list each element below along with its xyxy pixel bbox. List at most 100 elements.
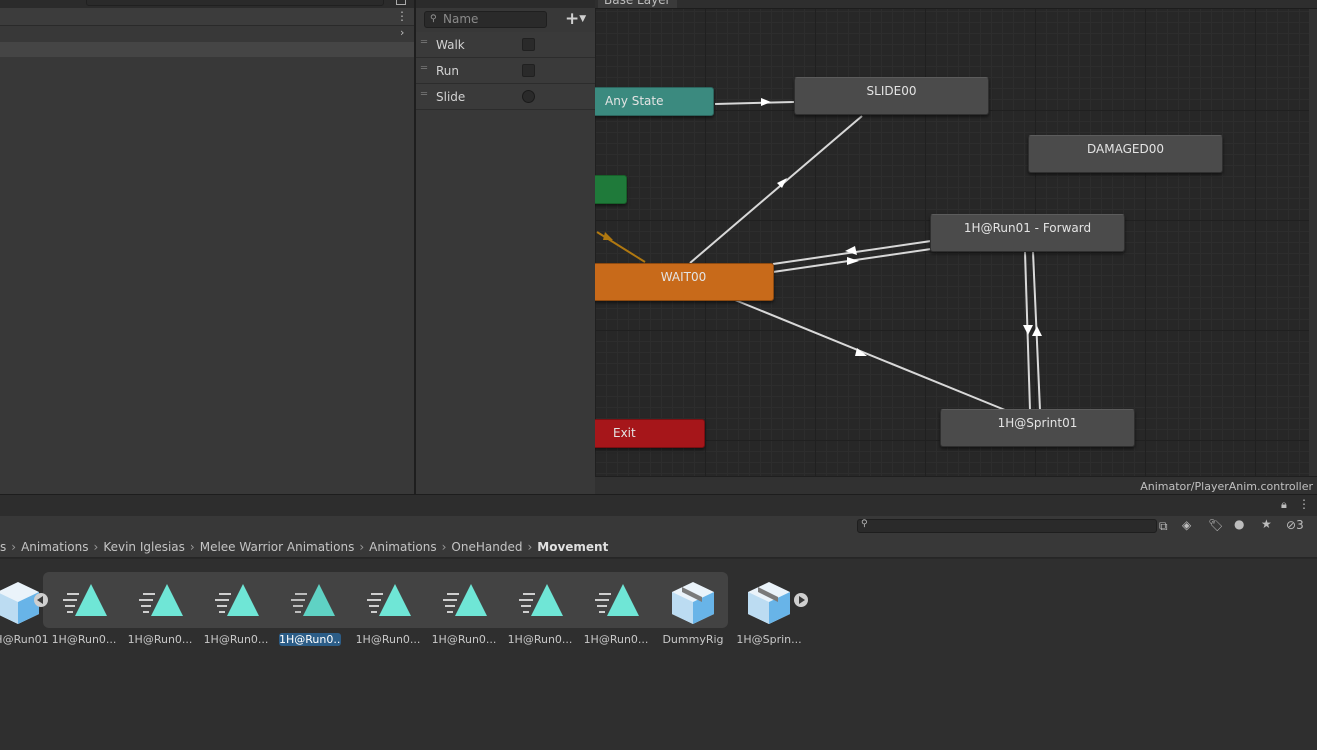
parameter-row-slide[interactable]: ═ Slide bbox=[416, 84, 595, 110]
hierarchy-search-input[interactable] bbox=[86, 0, 384, 6]
chevron-right-icon: › bbox=[11, 540, 17, 554]
asset-label: 1H@Run0... bbox=[51, 633, 117, 646]
asset-label: 1H@Run0... bbox=[203, 633, 269, 646]
breadcrumb-item[interactable]: OneHanded bbox=[451, 538, 522, 556]
asset-label: 1H@Run0... bbox=[355, 633, 421, 646]
lock-icon[interactable]: 🔒︎ bbox=[1281, 498, 1287, 512]
search-by-type-icon[interactable]: ⧉ bbox=[1159, 519, 1168, 534]
search-icon: ⚲ bbox=[430, 14, 437, 24]
more-options-icon[interactable]: ⋮ bbox=[396, 9, 408, 23]
favorite-star-icon[interactable]: ★ bbox=[1261, 517, 1272, 531]
chevron-right-icon: › bbox=[93, 540, 99, 554]
inspector-row[interactable]: › bbox=[0, 26, 414, 42]
animation-clip-icon bbox=[367, 584, 411, 616]
animation-clip-icon bbox=[595, 584, 639, 616]
parameter-search-input[interactable]: ⚲ Name bbox=[424, 11, 547, 28]
parameter-name: Slide bbox=[436, 90, 466, 104]
asset-label: 1H@Sprin... bbox=[736, 633, 802, 646]
parameter-search-placeholder: Name bbox=[443, 12, 479, 26]
asset-label: 1H@Run0... bbox=[583, 633, 649, 646]
filter-by-label-icon[interactable]: ◈ bbox=[1182, 518, 1191, 532]
arrow-head bbox=[1032, 326, 1042, 336]
parameters-toolbar bbox=[416, 0, 595, 8]
hidden-packages-count: 3 bbox=[1296, 518, 1304, 532]
slide-trigger-radio[interactable] bbox=[522, 90, 535, 103]
animation-clip-icon bbox=[215, 584, 259, 616]
wait00-state-node[interactable]: WAIT00 bbox=[595, 263, 774, 301]
animation-clip-icon bbox=[291, 584, 335, 616]
entry-node[interactable] bbox=[595, 175, 627, 204]
asset-item[interactable]: DummyRig bbox=[655, 572, 731, 658]
parameter-row-walk[interactable]: ═ Walk bbox=[416, 32, 595, 58]
transition-any-to-slide bbox=[714, 101, 795, 105]
transition-sprint-to-wait bbox=[734, 299, 1006, 411]
breadcrumb-current[interactable]: Movement bbox=[537, 538, 608, 556]
asset-label: 1H@Run0... bbox=[279, 633, 341, 646]
expand-right-icon[interactable] bbox=[794, 593, 808, 607]
run-forward-state-node[interactable]: 1H@Run01 - Forward bbox=[930, 214, 1125, 252]
package-icon bbox=[748, 582, 790, 624]
asset-label: DummyRig bbox=[662, 633, 724, 646]
transition-slide-to-wait bbox=[689, 115, 863, 264]
graph-toolbar bbox=[595, 0, 1317, 9]
chevron-right-icon[interactable]: › bbox=[400, 26, 404, 39]
controller-path: Animator/PlayerAnim.controller bbox=[1140, 480, 1313, 493]
breadcrumb-item[interactable]: Melee Warrior Animations bbox=[200, 538, 355, 556]
arrow-head bbox=[1023, 325, 1033, 335]
sprint01-state-node[interactable]: 1H@Sprint01 bbox=[940, 409, 1135, 447]
arrow-head bbox=[847, 257, 859, 265]
walk-bool-checkbox[interactable] bbox=[522, 38, 535, 51]
plus-icon: + bbox=[565, 9, 580, 29]
project-header: 🔒︎ ⋮ bbox=[0, 494, 1317, 516]
add-parameter-button[interactable]: +▼ bbox=[565, 9, 586, 29]
hidden-packages-icon[interactable]: ⊘3 bbox=[1286, 518, 1304, 532]
warning-icon[interactable]: ● bbox=[1234, 517, 1244, 531]
chevron-right-icon: › bbox=[441, 540, 447, 554]
animator-graph-canvas[interactable]: Any State WAIT00 Exit SLIDE00 DAMAGED00 … bbox=[595, 0, 1317, 494]
parameter-row-run[interactable]: ═ Run bbox=[416, 58, 595, 84]
asset-item[interactable]: 1H@Run0... bbox=[350, 572, 426, 658]
arrow-head bbox=[603, 232, 613, 240]
animation-clip-icon bbox=[519, 584, 563, 616]
damaged00-state-node[interactable]: DAMAGED00 bbox=[1028, 135, 1223, 173]
more-options-icon[interactable]: ⋮ bbox=[1298, 497, 1310, 511]
animation-clip-icon bbox=[63, 584, 107, 616]
project-search-input[interactable]: ⚲ bbox=[857, 519, 1157, 533]
animation-clip-icon bbox=[139, 584, 183, 616]
asset-item[interactable]: 1H@Run0... bbox=[578, 572, 654, 658]
chevron-right-icon: › bbox=[189, 540, 195, 554]
breadcrumb-item[interactable]: Kevin Iglesias bbox=[103, 538, 185, 556]
inspector-row[interactable]: ⋮ bbox=[0, 8, 414, 26]
exit-node[interactable]: Exit bbox=[595, 419, 705, 448]
animation-clip-icon bbox=[443, 584, 487, 616]
any-state-node[interactable]: Any State bbox=[595, 87, 714, 116]
asset-item[interactable]: 1H@Run0... bbox=[122, 572, 198, 658]
layer-breadcrumb[interactable]: Base Layer bbox=[598, 0, 677, 8]
breadcrumb-item[interactable]: Animations bbox=[369, 538, 436, 556]
asset-item[interactable]: 1H@Sprin... bbox=[731, 572, 807, 658]
tag-icon[interactable]: 🏷︎ bbox=[1208, 518, 1223, 532]
asset-item[interactable]: 1H@Run0... bbox=[426, 572, 502, 658]
package-icon bbox=[672, 582, 714, 624]
lock-icon[interactable] bbox=[396, 0, 406, 5]
drag-handle-icon[interactable]: ═ bbox=[421, 89, 427, 100]
run-bool-checkbox[interactable] bbox=[522, 64, 535, 77]
arrow-head bbox=[761, 98, 771, 106]
parameter-name: Run bbox=[436, 64, 460, 78]
asset-item[interactable]: 1H@Run0... bbox=[46, 572, 122, 658]
slide00-state-node[interactable]: SLIDE00 bbox=[794, 77, 989, 115]
drag-handle-icon[interactable]: ═ bbox=[421, 63, 427, 74]
project-breadcrumb: s › Animations › Kevin Iglesias › Melee Warrio… bbox=[0, 538, 1317, 558]
inspector-panel bbox=[0, 0, 414, 494]
inspector-row-selected[interactable] bbox=[0, 42, 414, 57]
asset-item-selected[interactable]: 1H@Run0... bbox=[274, 572, 350, 658]
chevron-right-icon: › bbox=[527, 540, 533, 554]
drag-handle-icon[interactable]: ═ bbox=[421, 37, 427, 48]
asset-item[interactable]: 1H@Run0... bbox=[198, 572, 274, 658]
asset-item[interactable]: 1H@Run0... bbox=[502, 572, 578, 658]
graph-scrollbar[interactable] bbox=[1309, 9, 1317, 476]
chevron-down-icon: ▼ bbox=[579, 14, 587, 24]
breadcrumb-item[interactable]: Animations bbox=[21, 538, 88, 556]
search-icon: ⚲ bbox=[861, 519, 868, 529]
asset-label: 1H@Run0... bbox=[431, 633, 497, 646]
